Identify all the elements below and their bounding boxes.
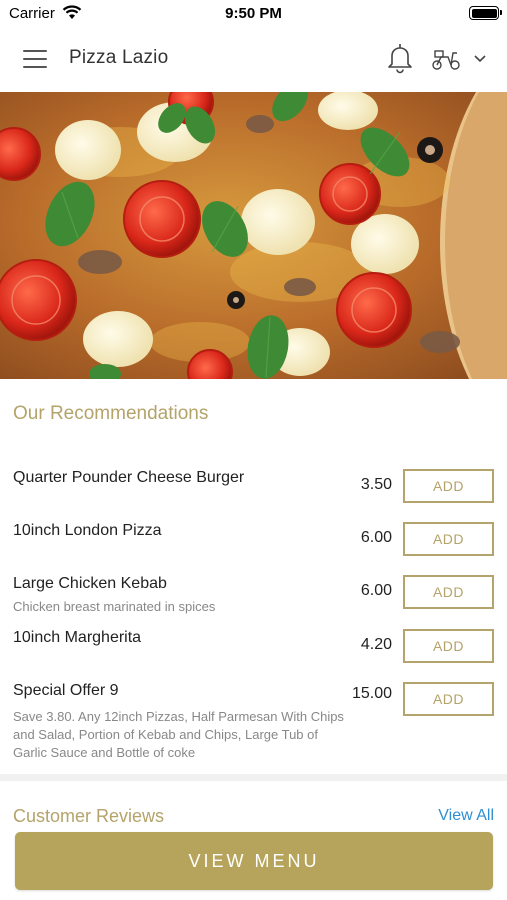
add-button[interactable]: ADD <box>403 629 494 663</box>
app-header: Pizza Lazio <box>0 28 507 92</box>
hero-pizza-image <box>0 92 507 379</box>
view-menu-button[interactable]: VIEW MENU <box>15 832 493 890</box>
item-name: Special Offer 9 <box>13 682 119 699</box>
menu-item: 10inch London Pizza 6.00 ADD <box>0 517 507 570</box>
section-divider <box>0 774 507 781</box>
scooter-icon[interactable] <box>431 47 461 71</box>
item-description: Save 3.80. Any 12inch Pizzas, Half Parme… <box>13 709 344 760</box>
add-button[interactable]: ADD <box>403 682 494 716</box>
chevron-down-icon[interactable] <box>472 52 488 66</box>
item-price: 4.20 <box>360 636 392 653</box>
item-name: 10inch London Pizza <box>13 522 162 539</box>
recommendations-list: Quarter Pounder Cheese Burger 3.50 ADD 1… <box>0 464 507 767</box>
item-name: Quarter Pounder Cheese Burger <box>13 469 245 486</box>
menu-item: Special Offer 9 Save 3.80. Any 12inch Pi… <box>0 677 507 767</box>
item-price: 6.00 <box>360 582 392 599</box>
status-time: 9:50 PM <box>225 5 282 22</box>
restaurant-title: Pizza Lazio <box>69 47 169 68</box>
hamburger-menu-icon[interactable] <box>23 50 47 68</box>
menu-item: Large Chicken Kebab Chicken breast marin… <box>0 570 507 624</box>
add-button[interactable]: ADD <box>403 575 494 609</box>
add-button[interactable]: ADD <box>403 522 494 556</box>
battery-icon <box>469 6 502 20</box>
item-description: Chicken breast marinated in spices <box>13 599 216 614</box>
bell-icon[interactable] <box>386 42 414 74</box>
item-price: 15.00 <box>351 685 392 702</box>
add-button[interactable]: ADD <box>403 469 494 503</box>
item-price: 3.50 <box>360 476 392 493</box>
item-name: 10inch Margherita <box>13 629 142 646</box>
menu-item: Quarter Pounder Cheese Burger 3.50 ADD <box>0 464 507 517</box>
recommendations-heading: Our Recommendations <box>13 403 209 424</box>
status-bar: Carrier 9:50 PM <box>0 0 507 28</box>
pizza-illustration <box>0 92 507 379</box>
item-name: Large Chicken Kebab <box>13 575 167 592</box>
menu-item: 10inch Margherita 4.20 ADD <box>0 624 507 677</box>
item-price: 6.00 <box>360 529 392 546</box>
